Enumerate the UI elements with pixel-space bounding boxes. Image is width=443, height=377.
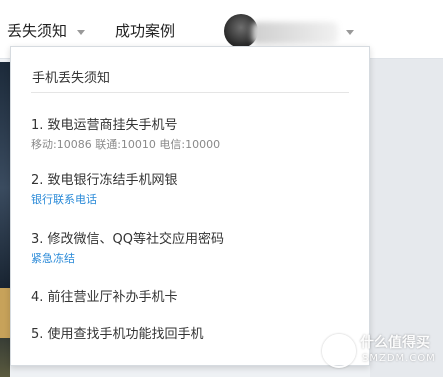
step-freeze-bank: 2. 致电银行冻结手机网银 银行联系电话 <box>31 172 349 207</box>
bank-contacts-link[interactable]: 银行联系电话 <box>31 192 349 207</box>
step-title[interactable]: 4. 前往营业厅补办手机卡 <box>31 289 349 307</box>
step-report-loss: 1. 致电运营商挂失手机号 移动:10086 联通:10010 电信:10000 <box>31 117 349 152</box>
carrier-hotlines: 移动:10086 联通:10010 电信:10000 <box>31 138 221 151</box>
watermark-domain: SMZDM.COM <box>362 353 436 364</box>
background-image-accent <box>0 288 10 338</box>
dropdown-divider <box>31 92 349 93</box>
step-title[interactable]: 5. 使用查找手机功能找回手机 <box>31 326 349 344</box>
user-menu-chevron-down-icon[interactable] <box>346 30 354 35</box>
watermark-logo-icon: 值 <box>322 334 356 368</box>
step-title[interactable]: 2. 致电银行冻结手机网银 <box>31 172 349 190</box>
dropdown-title: 手机丢失须知 <box>32 71 111 86</box>
step-change-passwords: 3. 修改微信、QQ等社交应用密码 紧急冻结 <box>31 231 349 266</box>
watermark: 值 什么值得买 SMZDM.COM <box>318 330 443 374</box>
emergency-freeze-link[interactable]: 紧急冻结 <box>31 251 349 266</box>
nav-success-cases[interactable]: 成功案例 <box>115 20 175 41</box>
lost-notice-dropdown: 手机丢失须知 1. 致电运营商挂失手机号 移动:10086 联通:10010 电… <box>10 46 370 366</box>
username-redacted <box>252 22 338 44</box>
lost-notice-chevron-down-icon[interactable] <box>77 30 85 35</box>
step-find-phone: 5. 使用查找手机功能找回手机 <box>31 326 349 344</box>
watermark-text: 什么值得买 <box>360 335 430 351</box>
step-title[interactable]: 1. 致电运营商挂失手机号 <box>31 117 349 135</box>
step-title[interactable]: 3. 修改微信、QQ等社交应用密码 <box>31 231 349 249</box>
nav-lost-notice[interactable]: 丢失须知 <box>7 20 67 41</box>
step-reissue-sim: 4. 前往营业厅补办手机卡 <box>31 289 349 307</box>
